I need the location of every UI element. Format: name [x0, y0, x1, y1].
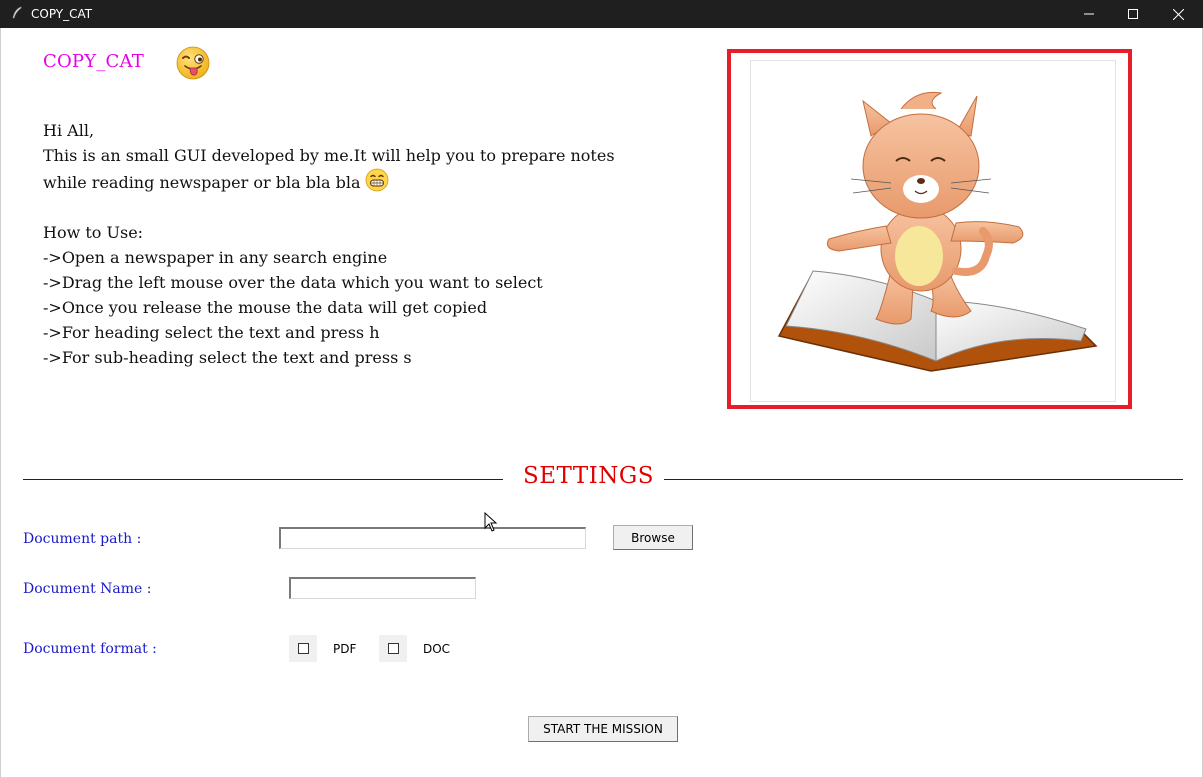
cat-on-book-icon	[777, 91, 1098, 372]
intro-line-2: while reading newspaper or bla bla bla	[43, 173, 361, 192]
doc-checkbox[interactable]	[387, 643, 399, 654]
close-icon	[1172, 8, 1184, 20]
doc-checkbox-wrap[interactable]	[379, 635, 407, 662]
window-title: COPY_CAT	[31, 7, 93, 21]
document-name-input[interactable]	[289, 577, 476, 599]
maximize-button[interactable]	[1110, 0, 1156, 28]
step-item: ->For heading select the text and press …	[43, 323, 380, 342]
app-window: COPY_CAT COPY_CAT Hi All, This is an sma…	[0, 0, 1203, 777]
doc-checkbox-label[interactable]: DOC	[423, 641, 450, 657]
illustration-panel	[750, 60, 1116, 402]
maximize-icon	[1128, 9, 1138, 19]
title-bar: COPY_CAT	[0, 0, 1203, 28]
step-item: ->Open a newspaper in any search engine	[43, 248, 388, 267]
intro-text: Hi All, This is an small GUI developed b…	[43, 118, 615, 370]
document-name-label: Document Name :	[23, 581, 152, 597]
pdf-checkbox-wrap[interactable]	[289, 635, 317, 662]
intro-line-1: This is an small GUI developed by me.It …	[43, 146, 615, 165]
mouse-pointer-icon	[484, 512, 498, 532]
settings-divider-right	[664, 479, 1183, 480]
step-item: ->Drag the left mouse over the data whic…	[43, 273, 543, 292]
pdf-checkbox[interactable]	[297, 643, 309, 654]
settings-title: SETTINGS	[523, 463, 654, 489]
greeting-text: Hi All,	[43, 121, 95, 140]
settings-divider-left	[23, 479, 503, 480]
close-button[interactable]	[1155, 0, 1201, 28]
step-item: ->For sub-heading select the text and pr…	[43, 348, 412, 367]
document-path-label: Document path :	[23, 531, 142, 547]
document-path-input[interactable]	[279, 527, 586, 549]
intro-line-2-row: while reading newspaper or bla bla bla	[43, 168, 615, 195]
main-content: COPY_CAT Hi All, This is an small GUI de…	[0, 28, 1203, 777]
pdf-checkbox-label[interactable]: PDF	[333, 641, 356, 657]
winking-tongue-face-icon	[176, 46, 210, 80]
feather-icon	[10, 6, 24, 20]
grinning-face-icon	[365, 168, 388, 192]
step-item: ->Once you release the mouse the data wi…	[43, 298, 488, 317]
start-mission-button[interactable]: START THE MISSION	[528, 716, 678, 742]
browse-button[interactable]: Browse	[613, 525, 693, 550]
document-format-label: Document format :	[23, 641, 157, 657]
illustration-frame	[727, 49, 1132, 409]
minimize-icon	[1084, 13, 1094, 15]
app-title: COPY_CAT	[43, 51, 144, 72]
how-to-title: How to Use:	[43, 223, 144, 242]
minimize-button[interactable]	[1066, 0, 1112, 28]
